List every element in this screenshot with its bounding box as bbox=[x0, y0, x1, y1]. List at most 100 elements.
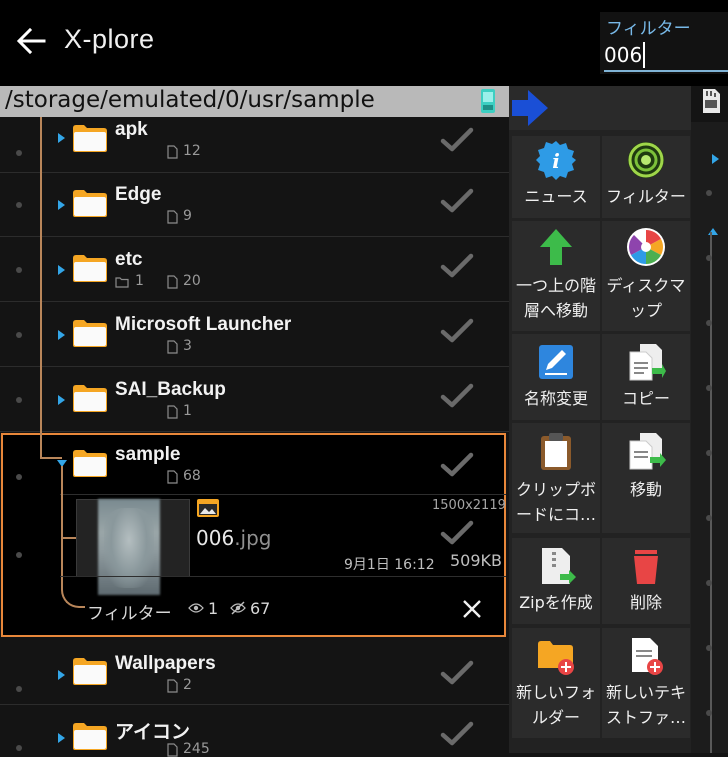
image-dimensions: 1500x2119 bbox=[432, 498, 506, 513]
check-icon[interactable] bbox=[440, 660, 474, 686]
delete-label: 削除 bbox=[629, 593, 662, 612]
back-arrow-icon[interactable] bbox=[14, 24, 48, 58]
file-basename: 006 bbox=[196, 526, 235, 550]
close-icon[interactable] bbox=[460, 597, 484, 621]
divider bbox=[60, 576, 506, 577]
move-button[interactable]: 移動 bbox=[602, 423, 690, 533]
rename-label: 名称変更 bbox=[523, 389, 588, 408]
move-icon bbox=[629, 433, 666, 470]
copy-button[interactable]: コピー bbox=[602, 334, 690, 420]
go-up-button[interactable]: 一つ上の階層へ移動 bbox=[512, 221, 600, 331]
folder-row-sai-backup[interactable]: SAI_Backup 1 bbox=[0, 367, 509, 432]
filter-target-icon bbox=[628, 142, 664, 178]
file-count-icon bbox=[167, 210, 178, 224]
row-dot bbox=[706, 385, 712, 391]
check-icon[interactable] bbox=[440, 318, 474, 344]
storage-device-icon bbox=[481, 89, 495, 113]
file-count-icon bbox=[167, 275, 178, 289]
clipboard-button[interactable]: クリップボードにコ… bbox=[512, 423, 600, 533]
folder-count-icon bbox=[115, 277, 129, 288]
tree-line bbox=[62, 537, 76, 539]
filter-status-label: フィルター bbox=[87, 604, 172, 624]
folder-name: SAI_Backup bbox=[115, 379, 226, 400]
expand-arrow-icon[interactable] bbox=[58, 395, 65, 405]
filter-field-label: フィルター bbox=[606, 19, 691, 39]
shown-count: 1 bbox=[208, 599, 219, 618]
new-folder-icon bbox=[538, 641, 574, 675]
row-dot bbox=[706, 645, 712, 651]
row-dot bbox=[706, 255, 712, 261]
row-dot bbox=[16, 745, 22, 751]
expand-arrow-icon[interactable] bbox=[58, 265, 65, 275]
folder-icon bbox=[73, 125, 107, 152]
eye-icon bbox=[188, 603, 204, 613]
folder-row-microsoft-launcher[interactable]: Microsoft Launcher 3 bbox=[0, 302, 509, 367]
rename-icon bbox=[539, 345, 573, 379]
file-count: 2 bbox=[183, 677, 192, 693]
file-count-icon bbox=[167, 743, 178, 757]
file-count-icon bbox=[167, 679, 178, 693]
file-count: 9 bbox=[183, 208, 192, 224]
copy-label: コピー bbox=[621, 389, 670, 408]
panel-arrow-icon[interactable] bbox=[510, 88, 550, 128]
check-icon[interactable] bbox=[440, 188, 474, 214]
filter-button[interactable]: フィルター bbox=[602, 136, 690, 218]
delete-button[interactable]: 削除 bbox=[602, 538, 690, 624]
file-count-icon bbox=[167, 470, 178, 484]
expand-arrow-icon[interactable] bbox=[58, 733, 65, 743]
check-icon[interactable] bbox=[440, 520, 474, 546]
folder-icon bbox=[73, 723, 107, 750]
expand-arrow-icon[interactable] bbox=[58, 133, 65, 143]
check-icon[interactable] bbox=[440, 383, 474, 409]
new-folder-button[interactable]: 新しいフォルダー bbox=[512, 628, 600, 738]
file-count-icon bbox=[167, 145, 178, 159]
filter-input[interactable] bbox=[604, 40, 728, 72]
file-name[interactable]: 006.jpg bbox=[196, 526, 272, 550]
folder-name: アイコン bbox=[115, 722, 191, 743]
check-icon[interactable] bbox=[440, 127, 474, 153]
expand-arrow-icon[interactable] bbox=[58, 330, 65, 340]
clipboard-label: クリップボードにコ… bbox=[515, 480, 596, 524]
app-title: X-plore bbox=[64, 24, 155, 54]
row-dot bbox=[16, 267, 22, 273]
row-dot bbox=[16, 202, 22, 208]
news-button[interactable]: i ニュース bbox=[512, 136, 600, 218]
move-label: 移動 bbox=[629, 480, 662, 499]
folder-name: etc bbox=[115, 249, 143, 270]
row-dot bbox=[706, 320, 712, 326]
disk-map-label: ディスクマップ bbox=[606, 276, 686, 320]
expand-arrow-icon[interactable] bbox=[58, 670, 65, 680]
folder-name: Wallpapers bbox=[115, 653, 216, 674]
new-folder-label: 新しいフォルダー bbox=[515, 683, 596, 727]
zip-button[interactable]: Zipを作成 bbox=[512, 538, 600, 624]
file-count: 20 bbox=[183, 273, 201, 289]
rename-button[interactable]: 名称変更 bbox=[512, 334, 600, 420]
info-icon: i bbox=[536, 141, 576, 180]
folder-row-icons[interactable]: アイコン 245 bbox=[0, 705, 509, 757]
folder-row-edge[interactable]: Edge 9 bbox=[0, 172, 509, 237]
new-text-file-button[interactable]: 新しいテキストファ… bbox=[602, 628, 690, 738]
row-dot bbox=[706, 190, 712, 196]
folder-row-wallpapers[interactable]: Wallpapers 2 bbox=[0, 640, 509, 705]
disk-map-icon bbox=[627, 228, 665, 266]
file-count: 12 bbox=[183, 143, 201, 159]
check-icon[interactable] bbox=[440, 721, 474, 747]
row-dot bbox=[16, 332, 22, 338]
folder-row-apk[interactable]: apk 12 bbox=[0, 117, 509, 173]
folder-icon bbox=[73, 255, 107, 282]
folder-name: Microsoft Launcher bbox=[115, 314, 292, 335]
go-up-label: 一つ上の階層へ移動 bbox=[515, 276, 596, 320]
expand-arrow-icon[interactable] bbox=[58, 200, 65, 210]
new-text-file-icon bbox=[632, 638, 663, 675]
check-icon[interactable] bbox=[440, 253, 474, 279]
file-count: 3 bbox=[183, 338, 192, 354]
trash-icon bbox=[634, 550, 658, 584]
image-file-icon bbox=[197, 499, 219, 517]
folder-row-etc[interactable]: etc 1 20 bbox=[0, 237, 509, 302]
expand-arrow-icon[interactable] bbox=[712, 154, 719, 164]
file-size: 509KB bbox=[450, 551, 503, 570]
check-icon[interactable] bbox=[440, 452, 474, 478]
folder-name: sample bbox=[115, 444, 181, 465]
file-count: 1 bbox=[183, 403, 192, 419]
disk-map-button[interactable]: ディスクマップ bbox=[602, 221, 690, 331]
